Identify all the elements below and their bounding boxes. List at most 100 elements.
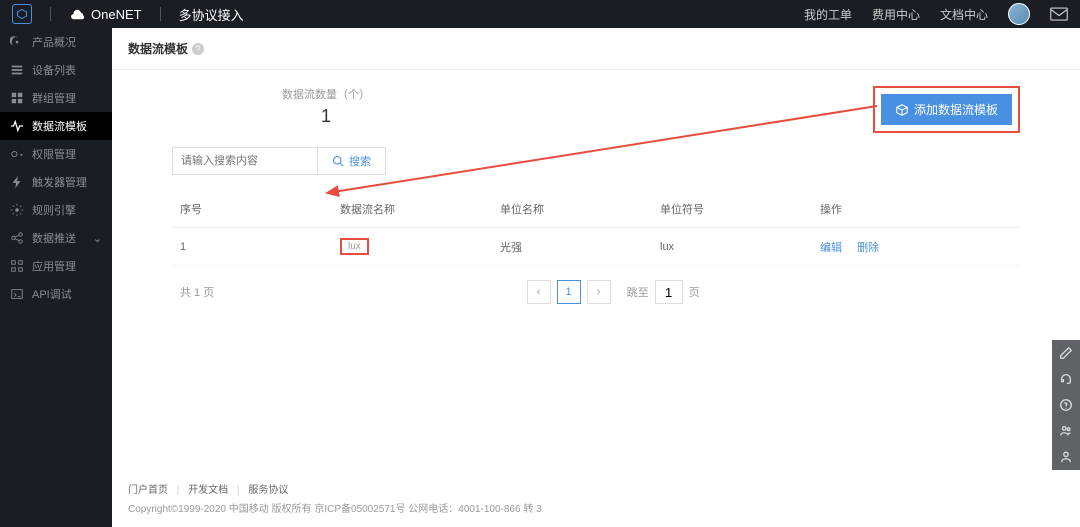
sidebar-item-label: 应用管理: [32, 258, 76, 274]
table-header: 序号 数据流名称 单位名称 单位符号 操作: [172, 191, 1020, 228]
divider: [160, 7, 161, 21]
key-icon: [10, 147, 24, 161]
sidebar-item-triggers[interactable]: 触发器管理: [0, 168, 112, 196]
copyright: Copyright©1999-2020 中国移动 版权所有 京ICP备05002…: [128, 500, 1064, 515]
logo-icon[interactable]: [12, 4, 32, 24]
nav-billing[interactable]: 费用中心: [872, 6, 920, 23]
sidebar-item-devices[interactable]: 设备列表: [0, 56, 112, 84]
search-row: 搜索: [172, 147, 1020, 175]
search-button-label: 搜索: [349, 153, 371, 169]
brand-text: OneNET: [91, 7, 142, 22]
sidebar-item-apps[interactable]: 应用管理: [0, 252, 112, 280]
topbar-right: 我的工单 费用中心 文档中心: [804, 3, 1068, 25]
search-icon: [332, 155, 344, 167]
page-title: 数据流模板: [128, 40, 188, 57]
sidebar-item-label: 数据流模板: [32, 118, 87, 134]
topbar-left: OneNET 多协议接入: [12, 4, 244, 24]
th-sym: 单位符号: [660, 201, 820, 217]
add-datastream-button[interactable]: 添加数据流模板: [881, 94, 1012, 125]
topbar-subtitle: 多协议接入: [179, 5, 244, 24]
sidebar-item-label: 群组管理: [32, 90, 76, 106]
page-number-button[interactable]: 1: [557, 280, 581, 304]
stats-value: 1: [282, 106, 370, 127]
list-icon: [10, 63, 24, 77]
bolt-icon: [10, 175, 24, 189]
sidebar-item-overview[interactable]: 产品概况: [0, 28, 112, 56]
th-name: 数据流名称: [340, 201, 500, 217]
float-support[interactable]: [1052, 366, 1080, 392]
th-seq: 序号: [180, 201, 340, 217]
sidebar-item-push[interactable]: 数据推送 ⌄: [0, 224, 112, 252]
container: 产品概况 设备列表 群组管理 数据流模板 权限管理 触发器管理 规则引擎 数据: [0, 28, 1080, 527]
brand-logo[interactable]: OneNET: [69, 7, 142, 22]
sidebar-item-permissions[interactable]: 权限管理: [0, 140, 112, 168]
table-row: 1 lux 光强 lux 编辑 删除: [172, 228, 1020, 266]
chevron-down-icon: ⌄: [93, 232, 102, 245]
gear-icon: [10, 203, 24, 217]
divider: |: [177, 485, 180, 496]
footer-dev[interactable]: 开发文档: [188, 485, 228, 496]
pagination: 共 1 页 ‹ 1 › 跳至 页: [172, 266, 1020, 318]
nav-docs[interactable]: 文档中心: [940, 6, 988, 23]
float-users[interactable]: [1052, 418, 1080, 444]
sidebar-item-label: 权限管理: [32, 146, 76, 162]
goto-label: 跳至: [627, 284, 649, 300]
sidebar: 产品概况 设备列表 群组管理 数据流模板 权限管理 触发器管理 规则引擎 数据: [0, 28, 112, 527]
goto-input[interactable]: [655, 280, 683, 304]
float-edit[interactable]: [1052, 340, 1080, 366]
apps-icon: [10, 259, 24, 273]
pulse-icon: [10, 119, 24, 133]
main: 数据流模板 ? 数据流数量（个） 1 添加数据流模板: [112, 28, 1080, 527]
page-suffix: 页: [689, 284, 700, 300]
name-highlight: lux: [340, 238, 369, 255]
page-next-button[interactable]: ›: [587, 280, 611, 304]
sidebar-item-rules[interactable]: 规则引擎: [0, 196, 112, 224]
table: 序号 数据流名称 单位名称 单位符号 操作 1 lux 光强 lux 编辑 删除: [172, 191, 1020, 318]
content: 数据流数量（个） 1 添加数据流模板 搜索: [112, 70, 1080, 469]
delete-link[interactable]: 删除: [857, 242, 879, 254]
add-button-label: 添加数据流模板: [914, 101, 998, 118]
sidebar-item-groups[interactable]: 群组管理: [0, 84, 112, 112]
float-profile[interactable]: [1052, 444, 1080, 470]
sidebar-item-label: 数据推送: [32, 230, 76, 246]
page-header: 数据流模板 ?: [112, 28, 1080, 70]
sidebar-item-label: 规则引擎: [32, 202, 76, 218]
stats-row: 数据流数量（个） 1 添加数据流模板: [172, 86, 1020, 127]
stats-label: 数据流数量（个）: [282, 86, 370, 102]
th-unit: 单位名称: [500, 201, 660, 217]
td-seq: 1: [180, 241, 340, 253]
td-op: 编辑 删除: [820, 239, 1012, 255]
sidebar-item-api[interactable]: API调试: [0, 280, 112, 308]
sidebar-item-label: 触发器管理: [32, 174, 87, 190]
topbar: OneNET 多协议接入 我的工单 费用中心 文档中心: [0, 0, 1080, 28]
info-icon[interactable]: ?: [192, 43, 204, 55]
sidebar-item-label: 设备列表: [32, 62, 76, 78]
td-unit: 光强: [500, 239, 660, 255]
mail-icon[interactable]: [1050, 7, 1068, 21]
add-button-highlight: 添加数据流模板: [873, 86, 1020, 133]
nav-orders[interactable]: 我的工单: [804, 6, 852, 23]
float-help[interactable]: [1052, 392, 1080, 418]
page-prev-button[interactable]: ‹: [527, 280, 551, 304]
cube-icon: [895, 103, 909, 117]
divider: [50, 7, 51, 21]
float-toolbar: [1052, 340, 1080, 470]
search-button[interactable]: 搜索: [318, 147, 386, 175]
gauge-icon: [10, 35, 24, 49]
footer-portal[interactable]: 门户首页: [128, 485, 168, 496]
footer-links: 门户首页 | 开发文档 | 服务协议: [128, 481, 1064, 496]
footer-terms[interactable]: 服务协议: [248, 485, 288, 496]
th-op: 操作: [820, 201, 1012, 217]
share-icon: [10, 231, 24, 245]
search-input[interactable]: [172, 147, 318, 175]
page-controls: ‹ 1 › 跳至 页: [527, 280, 700, 304]
sidebar-item-label: API调试: [32, 286, 72, 302]
page-total: 共 1 页: [180, 284, 214, 300]
sidebar-item-datastream[interactable]: 数据流模板: [0, 112, 112, 140]
stats-block: 数据流数量（个） 1: [282, 86, 370, 127]
grid-icon: [10, 91, 24, 105]
avatar[interactable]: [1008, 3, 1030, 25]
divider: |: [237, 485, 240, 496]
td-sym: lux: [660, 241, 820, 253]
edit-link[interactable]: 编辑: [820, 242, 842, 254]
